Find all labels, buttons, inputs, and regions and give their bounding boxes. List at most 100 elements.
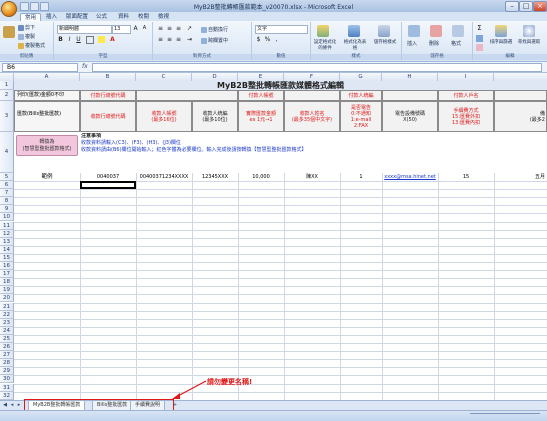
- bold-button[interactable]: B: [57, 36, 64, 43]
- convert-button[interactable]: 轉換為 (智慧型整批匯款格式): [16, 135, 78, 156]
- prev-sheet-icon[interactable]: ◂: [9, 402, 15, 409]
- align-bottom-icon[interactable]: ≡: [175, 25, 182, 32]
- align-right-icon[interactable]: ≡: [175, 36, 182, 43]
- fill-icon[interactable]: [476, 35, 483, 42]
- office-button[interactable]: [1, 1, 17, 17]
- autosum-icon[interactable]: Σ: [476, 25, 483, 32]
- fx-icon[interactable]: fx: [82, 63, 88, 70]
- column-header-b[interactable]: B: [80, 73, 136, 81]
- format-table-icon[interactable]: [348, 25, 360, 37]
- copy-button[interactable]: 複製: [18, 33, 35, 40]
- row-header-10[interactable]: 10: [0, 213, 14, 221]
- column-header-i[interactable]: I: [438, 73, 494, 81]
- example-payee-name[interactable]: 陳XX: [284, 173, 340, 181]
- italic-button[interactable]: I: [66, 36, 73, 43]
- cell-styles-icon[interactable]: [378, 25, 390, 37]
- row-header-31[interactable]: 31: [0, 384, 14, 392]
- format-cells-icon[interactable]: [452, 25, 464, 37]
- example-payee-bank-code[interactable]: 0040037: [80, 173, 136, 181]
- grow-font-button[interactable]: A: [132, 25, 139, 32]
- worksheet[interactable]: A B C D E F G H I 1234567891011121314151…: [0, 73, 547, 400]
- cell-styles-label[interactable]: 儲存格樣式: [372, 39, 398, 45]
- row-header-18[interactable]: 18: [0, 278, 14, 286]
- row-header-24[interactable]: 24: [0, 327, 14, 335]
- insert-cells-label[interactable]: 插入: [407, 40, 417, 47]
- row-header-20[interactable]: 20: [0, 294, 14, 302]
- find-select-label[interactable]: 尋找與選取: [517, 39, 541, 45]
- row-header-15[interactable]: 15: [0, 254, 14, 262]
- row-header-13[interactable]: 13: [0, 238, 14, 246]
- find-select-icon[interactable]: [523, 25, 535, 37]
- next-sheet-icon[interactable]: ▸: [16, 402, 22, 409]
- row-header-28[interactable]: 28: [0, 359, 14, 367]
- example-notify[interactable]: 1: [340, 173, 382, 181]
- row-header-29[interactable]: 29: [0, 367, 14, 375]
- row-header-30[interactable]: 30: [0, 375, 14, 383]
- row-header-12[interactable]: 12: [0, 230, 14, 238]
- column-header-a[interactable]: A: [14, 73, 80, 81]
- column-header-d[interactable]: D: [192, 73, 238, 81]
- column-header-c[interactable]: C: [136, 73, 192, 81]
- row-header-5[interactable]: 5: [0, 173, 14, 181]
- font-color-icon[interactable]: A: [109, 36, 116, 43]
- row-header-4[interactable]: 4: [0, 132, 14, 173]
- row-header-27[interactable]: 27: [0, 351, 14, 359]
- example-payee-account[interactable]: 00400371234XXXX: [136, 173, 192, 181]
- tab-page-layout[interactable]: 版面配置: [62, 13, 92, 21]
- merge-center-button[interactable]: 跨欄置中: [201, 37, 228, 44]
- font-name-select[interactable]: 新細明體: [57, 25, 112, 34]
- selected-cell-b6[interactable]: [80, 181, 136, 189]
- number-format-select[interactable]: 文字: [255, 25, 308, 34]
- row-header-16[interactable]: 16: [0, 262, 14, 270]
- column-header-e[interactable]: E: [238, 73, 284, 81]
- clear-icon[interactable]: [476, 44, 483, 51]
- row-header-1[interactable]: 1: [0, 81, 14, 90]
- column-header-f[interactable]: F: [284, 73, 340, 81]
- align-left-icon[interactable]: ≡: [157, 36, 164, 43]
- sort-filter-label[interactable]: 排序與篩選: [489, 39, 513, 45]
- row-header-19[interactable]: 19: [0, 286, 14, 294]
- tab-formulas[interactable]: 公式: [92, 13, 111, 21]
- border-icon[interactable]: [86, 36, 94, 44]
- row-header-11[interactable]: 11: [0, 222, 14, 230]
- underline-button[interactable]: U: [75, 36, 82, 43]
- example-amount[interactable]: 10,000: [238, 173, 284, 181]
- align-middle-icon[interactable]: ≡: [166, 25, 173, 32]
- delete-cells-icon[interactable]: [430, 25, 442, 37]
- tab-view[interactable]: 檢視: [154, 13, 173, 21]
- example-fee-method[interactable]: 15: [438, 173, 494, 181]
- row-header-17[interactable]: 17: [0, 270, 14, 278]
- close-button[interactable]: ×: [533, 1, 547, 12]
- example-payee-tax-id[interactable]: 12345XXX: [192, 173, 238, 181]
- sort-filter-icon[interactable]: [495, 25, 507, 37]
- row-header-9[interactable]: 9: [0, 205, 14, 213]
- column-header-g[interactable]: G: [340, 73, 382, 81]
- row-header-22[interactable]: 22: [0, 311, 14, 319]
- row-header-14[interactable]: 14: [0, 246, 14, 254]
- formula-input[interactable]: [92, 63, 542, 72]
- row-header-23[interactable]: 23: [0, 319, 14, 327]
- row-header-32[interactable]: 32: [0, 392, 14, 400]
- orientation-icon[interactable]: ↗: [186, 25, 193, 32]
- insert-sheet-icon[interactable]: +: [172, 402, 178, 409]
- row-header-7[interactable]: 7: [0, 189, 14, 197]
- tab-review[interactable]: 校閱: [134, 13, 153, 21]
- row-header-21[interactable]: 21: [0, 303, 14, 311]
- paste-icon[interactable]: [3, 26, 15, 38]
- align-top-icon[interactable]: ≡: [157, 25, 164, 32]
- row-header-8[interactable]: 8: [0, 197, 14, 205]
- font-size-select[interactable]: 13: [112, 25, 131, 34]
- shrink-font-button[interactable]: A: [141, 25, 148, 32]
- align-center-icon[interactable]: ≡: [166, 36, 173, 43]
- insert-cells-icon[interactable]: [408, 25, 420, 37]
- comma-icon[interactable]: ,: [273, 36, 280, 43]
- example-remark[interactable]: 五月: [494, 173, 547, 181]
- tab-insert[interactable]: 插入: [42, 13, 61, 21]
- format-painter-button[interactable]: 複製格式: [18, 42, 45, 49]
- format-table-label[interactable]: 格式化為表格: [342, 39, 368, 51]
- conditional-format-icon[interactable]: [317, 25, 329, 37]
- tab-data[interactable]: 資料: [114, 13, 133, 21]
- row-header-6[interactable]: 6: [0, 181, 14, 189]
- percent-icon[interactable]: %: [264, 36, 271, 43]
- currency-icon[interactable]: $: [255, 36, 262, 43]
